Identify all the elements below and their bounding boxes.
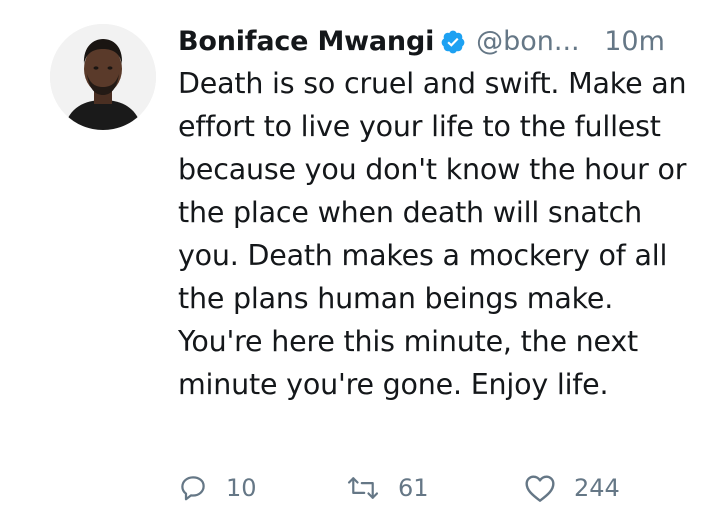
like-count: 244	[574, 474, 620, 502]
speech-bubble-icon	[178, 473, 208, 503]
avatar-photo	[50, 24, 156, 130]
tweet-text: Death is so cruel and swift. Make an eff…	[178, 67, 687, 401]
verified-badge-icon	[440, 29, 466, 55]
retweet-count: 61	[398, 474, 429, 502]
retweet-button[interactable]: 61	[346, 468, 429, 508]
retweet-arrows-icon	[346, 473, 380, 503]
reply-count: 10	[226, 474, 257, 502]
separator-dot	[588, 24, 597, 60]
tweet-actions: 10 61 244	[178, 468, 698, 508]
tweet-header: Boniface Mwangi @bon... 10m	[178, 22, 665, 62]
tweet-timestamp[interactable]: 10m	[604, 24, 665, 60]
author-name[interactable]: Boniface Mwangi	[178, 24, 434, 60]
avatar[interactable]	[50, 24, 156, 130]
author-handle[interactable]: @bon...	[476, 24, 580, 60]
tweet-card[interactable]: Boniface Mwangi @bon... 10m Death is so …	[0, 0, 720, 525]
reply-button[interactable]: 10	[178, 468, 257, 508]
like-button[interactable]: 244	[524, 468, 620, 508]
heart-outline-icon	[524, 473, 556, 503]
